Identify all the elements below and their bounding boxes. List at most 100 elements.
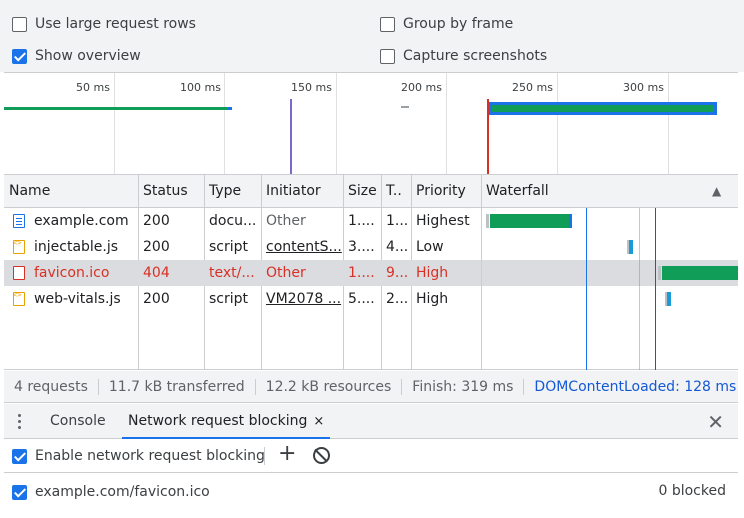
request-time: 9... bbox=[386, 265, 409, 281]
clear-patterns-icon[interactable] bbox=[313, 447, 330, 464]
divider bbox=[401, 378, 403, 395]
waterfall-bar-web-vitals bbox=[667, 292, 671, 306]
request-priority: High bbox=[416, 265, 449, 281]
request-type: text/... bbox=[209, 265, 255, 281]
table-header: Name Status Type Initiator Size T.. Prio… bbox=[4, 175, 738, 208]
divider bbox=[264, 447, 265, 465]
waterfall-queue-bar bbox=[486, 214, 489, 228]
overview-gridline bbox=[557, 73, 558, 174]
add-pattern-icon[interactable]: + bbox=[278, 441, 296, 466]
tab-label: Network request blocking bbox=[128, 413, 308, 429]
capture-screenshots-option[interactable]: Capture screenshots bbox=[380, 46, 547, 66]
document-icon bbox=[13, 214, 25, 228]
waterfall-download-bar bbox=[569, 214, 572, 228]
capture-screenshots-checkbox[interactable] bbox=[380, 48, 395, 64]
request-priority: Highest bbox=[416, 213, 470, 229]
request-size: 3.... bbox=[348, 239, 375, 255]
tab-close-icon[interactable]: × bbox=[313, 414, 324, 429]
tab-network-request-blocking[interactable]: Network request blocking × bbox=[122, 404, 331, 439]
sort-ascending-icon[interactable]: ▲ bbox=[707, 175, 731, 208]
request-name: favicon.ico bbox=[34, 265, 110, 281]
header-priority[interactable]: Priority bbox=[411, 175, 481, 208]
request-size: 1.... bbox=[348, 213, 375, 229]
header-time[interactable]: T.. bbox=[381, 175, 411, 208]
request-time: 2... bbox=[386, 291, 409, 307]
header-waterfall[interactable]: Waterfall bbox=[481, 175, 681, 208]
request-time: 4... bbox=[386, 239, 409, 255]
overview-tick: 150 ms bbox=[291, 81, 332, 94]
overview-timeline[interactable]: 50 ms 100 ms 150 ms 200 ms 250 ms 300 ms bbox=[4, 72, 738, 175]
waterfall-area[interactable] bbox=[482, 208, 738, 370]
overview-gridline bbox=[668, 73, 669, 174]
request-type: script bbox=[209, 291, 249, 307]
summary-transferred: 11.7 kB transferred bbox=[108, 378, 245, 395]
divider bbox=[523, 378, 525, 395]
overview-tick: 250 ms bbox=[512, 81, 553, 94]
request-blocking-toolbar: Enable network request blocking + bbox=[4, 439, 738, 473]
overview-favicon-bar bbox=[492, 105, 714, 112]
overview-document-bar-end bbox=[228, 107, 232, 110]
overview-paint-marker bbox=[290, 99, 292, 174]
group-by-frame-label: Group by frame bbox=[403, 16, 514, 32]
summary-finish: Finish: 319 ms bbox=[412, 378, 514, 395]
overview-document-bar bbox=[4, 107, 228, 110]
overview-gridline bbox=[446, 73, 447, 174]
header-status[interactable]: Status bbox=[138, 175, 204, 208]
overview-small-bar bbox=[401, 106, 409, 108]
divider bbox=[254, 378, 256, 395]
more-tools-icon[interactable] bbox=[18, 414, 22, 430]
request-status: 200 bbox=[143, 213, 170, 229]
request-initiator-link[interactable]: contentS... bbox=[261, 234, 343, 260]
blocked-count: 0 blocked bbox=[658, 483, 726, 499]
table-row[interactable]: web-vitals.js 200 script VM2078 ... 5...… bbox=[4, 286, 481, 312]
waterfall-bar-injectable bbox=[629, 240, 633, 254]
blocked-pattern-item[interactable]: example.com/favicon.ico 0 blocked bbox=[4, 473, 738, 511]
waterfall-bar-favicon bbox=[662, 266, 738, 280]
image-icon bbox=[13, 266, 25, 280]
show-overview-option[interactable]: Show overview bbox=[12, 46, 141, 66]
request-type: script bbox=[209, 239, 249, 255]
capture-screenshots-label: Capture screenshots bbox=[403, 48, 548, 64]
close-drawer-icon[interactable]: ✕ bbox=[707, 410, 724, 434]
overview-gridline bbox=[114, 73, 115, 174]
header-name[interactable]: Name bbox=[4, 175, 138, 208]
pattern-option[interactable]: example.com/favicon.ico bbox=[12, 482, 210, 502]
summary-resources: 12.2 kB resources bbox=[265, 378, 392, 395]
waterfall-bar-example bbox=[490, 214, 569, 228]
header-type[interactable]: Type bbox=[204, 175, 261, 208]
request-name: web-vitals.js bbox=[34, 291, 121, 307]
request-initiator: Other bbox=[266, 213, 306, 229]
header-initiator[interactable]: Initiator bbox=[261, 175, 343, 208]
large-rows-option[interactable]: Use large request rows bbox=[12, 14, 196, 34]
tab-console[interactable]: Console bbox=[50, 404, 106, 439]
request-size: 5.... bbox=[348, 291, 375, 307]
overview-tick: 100 ms bbox=[180, 81, 221, 94]
pattern-checkbox[interactable] bbox=[12, 484, 27, 500]
table-row-selected[interactable]: favicon.ico 404 text/... Other 1.... 9..… bbox=[4, 260, 481, 286]
drawer-tab-bar: Console Network request blocking × ✕ bbox=[4, 404, 738, 439]
request-priority: Low bbox=[416, 239, 444, 255]
request-name: example.com bbox=[34, 213, 129, 229]
summary-dom-content-loaded: DOMContentLoaded: 128 ms bbox=[534, 378, 737, 395]
summary-bar: 4 requests 11.7 kB transferred 12.2 kB r… bbox=[4, 371, 738, 403]
overview-gridline bbox=[224, 73, 225, 174]
show-overview-label: Show overview bbox=[35, 48, 141, 64]
overview-gridline bbox=[336, 73, 337, 174]
request-initiator-link[interactable]: VM2078 ... bbox=[261, 286, 343, 312]
request-status: 200 bbox=[143, 291, 170, 307]
large-rows-checkbox[interactable] bbox=[12, 16, 27, 32]
request-table: Name Status Type Initiator Size T.. Prio… bbox=[4, 175, 738, 370]
overview-tick: 50 ms bbox=[76, 81, 110, 94]
table-row[interactable]: injectable.js 200 script contentS... 3..… bbox=[4, 234, 481, 260]
enable-blocking-checkbox[interactable] bbox=[12, 448, 27, 464]
request-status: 404 bbox=[143, 265, 170, 281]
group-by-frame-option[interactable]: Group by frame bbox=[380, 14, 513, 34]
group-by-frame-checkbox[interactable] bbox=[380, 16, 395, 32]
table-row[interactable]: example.com 200 docu... Other 1.... 1...… bbox=[4, 208, 481, 234]
waterfall-dcl-line bbox=[586, 208, 587, 370]
request-priority: High bbox=[416, 291, 449, 307]
header-size[interactable]: Size bbox=[343, 175, 381, 208]
show-overview-checkbox[interactable] bbox=[12, 48, 27, 64]
overview-tick: 300 ms bbox=[623, 81, 664, 94]
enable-blocking-option[interactable]: Enable network request blocking bbox=[12, 446, 265, 466]
